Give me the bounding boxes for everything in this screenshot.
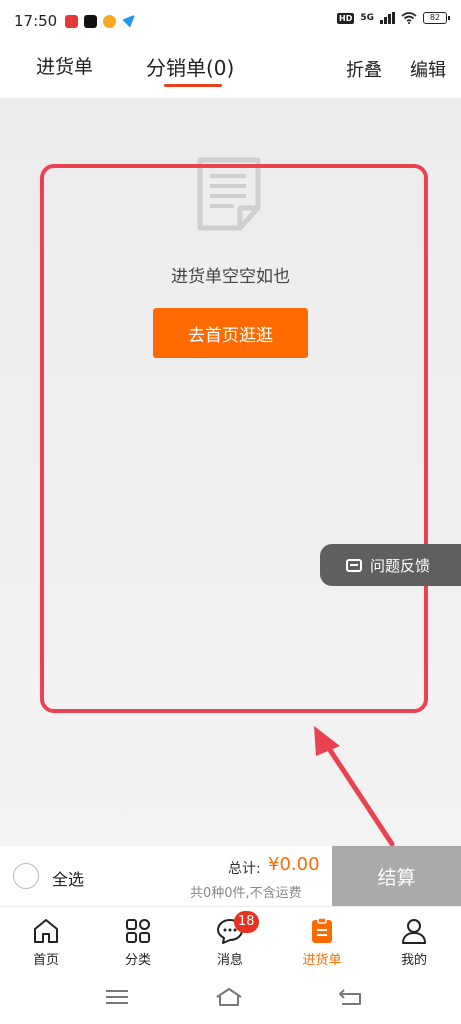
total-amount: ¥0.00 xyxy=(268,854,320,875)
notification-app-icon xyxy=(65,14,79,28)
chat-bubble-icon xyxy=(346,558,362,572)
top-tab-bar: 进货单 分销单(0) 折叠 编辑 xyxy=(0,42,461,98)
settle-button[interactable]: 结算 xyxy=(332,846,461,906)
nav-label-category: 分类 xyxy=(124,953,151,968)
hd-icon: HD xyxy=(337,12,355,24)
go-home-button[interactable]: 去首页逛逛 xyxy=(153,308,308,358)
signal-icon xyxy=(380,12,395,24)
nav-item-category[interactable]: 分类 xyxy=(92,907,184,973)
nav-item-messages[interactable]: 18 消息 xyxy=(184,907,276,973)
nav-label-purchase-list: 进货单 xyxy=(302,953,342,968)
empty-message: 进货单空空如也 xyxy=(171,267,290,287)
total-label: 总计: xyxy=(228,861,261,877)
home-icon xyxy=(34,919,58,943)
fold-button[interactable]: 折叠 xyxy=(346,56,382,82)
edit-button[interactable]: 编辑 xyxy=(410,56,446,82)
bottom-nav: 首页 分类 18 消息 进货单 我的 xyxy=(0,906,461,972)
select-all-label[interactable]: 全选 xyxy=(52,866,84,890)
purchase-list-icon xyxy=(312,917,332,943)
tab-distribution-list[interactable]: 分销单(0) xyxy=(146,52,234,81)
home-nav-icon[interactable] xyxy=(214,986,244,1008)
nav-label-home: 首页 xyxy=(32,953,59,968)
menu-icon[interactable] xyxy=(102,986,132,1008)
back-icon[interactable] xyxy=(336,986,366,1008)
nav-item-profile[interactable]: 我的 xyxy=(368,907,460,973)
feedback-button[interactable]: 问题反馈 xyxy=(320,544,461,586)
tab-purchase-list[interactable]: 进货单 xyxy=(36,52,93,79)
feedback-label: 问题反馈 xyxy=(370,556,431,575)
message-badge: 18 xyxy=(234,911,259,933)
main-content: 进货单空空如也 去首页逛逛 xyxy=(0,98,461,846)
empty-document-icon xyxy=(197,157,261,231)
network-type: 5G xyxy=(360,13,374,23)
profile-icon xyxy=(402,919,426,944)
checkout-bar: 全选 总计: ¥0.00 共0种0件,不含运费 结算 xyxy=(0,846,461,906)
status-indicators: HD 5G 82 xyxy=(337,12,450,24)
status-bar: 17:50 HD 5G 82 xyxy=(0,0,461,42)
item-count-text: 共0种0件,不含运费 xyxy=(190,886,302,901)
active-tab-indicator xyxy=(164,84,222,87)
tiktok-icon xyxy=(84,14,98,28)
paper-plane-icon xyxy=(122,14,136,28)
wifi-icon xyxy=(401,12,417,24)
battery-icon: 82 xyxy=(423,12,450,24)
nav-label-profile: 我的 xyxy=(400,953,427,968)
system-nav-bar xyxy=(0,972,461,1024)
select-all-checkbox[interactable] xyxy=(13,863,39,889)
nav-item-purchase-list[interactable]: 进货单 xyxy=(276,907,368,973)
weibo-icon xyxy=(103,14,117,28)
status-time: 17:50 xyxy=(14,12,58,30)
nav-label-messages: 消息 xyxy=(216,953,243,968)
nav-item-home[interactable]: 首页 xyxy=(0,907,92,973)
category-icon xyxy=(126,919,150,943)
